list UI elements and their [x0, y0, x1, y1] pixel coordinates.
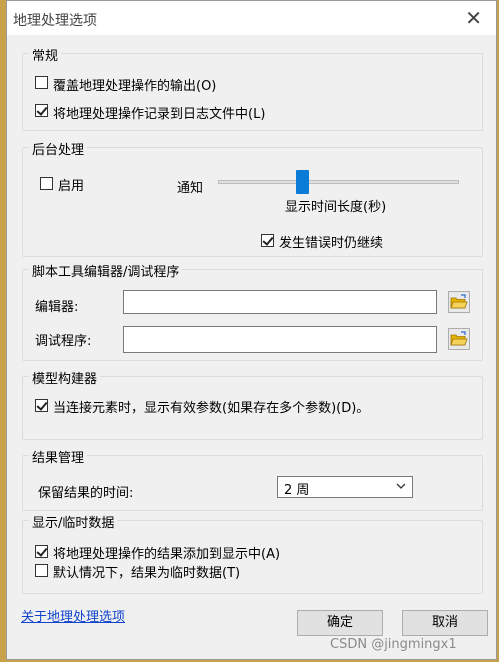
script-tools-group: 脚本工具编辑器/调试程序 编辑器: 调试程序:	[22, 261, 483, 361]
debugger-label: 调试程序:	[35, 334, 92, 349]
folder-open-icon	[450, 294, 468, 309]
keep-results-select[interactable]: 2 周	[277, 476, 413, 498]
geoprocessing-options-dialog: 地理处理选项 ✕ 常规 覆盖地理处理操作的输出(O) 将地理处理操作记录到日志文…	[6, 0, 497, 660]
show-valid-params-label[interactable]: 当连接元素时，显示有效参数(如果存在多个参数)(D)。	[53, 397, 369, 416]
background-legend: 后台处理	[29, 139, 88, 158]
debugger-path-input[interactable]	[123, 326, 437, 353]
log-to-file-label[interactable]: 将地理处理操作记录到日志文件中(L)	[53, 103, 265, 122]
background-group: 后台处理 启用 通知 显示时间长度(秒) 发生错误时仍继续	[22, 139, 483, 257]
modelbuilder-legend: 模型构建器	[29, 368, 101, 387]
display-temp-data-group: 显示/临时数据 将地理处理操作的结果添加到显示中(A) 默认情况下，结果为临时数…	[22, 512, 483, 594]
close-icon[interactable]: ✕	[465, 6, 482, 30]
continue-on-error-label[interactable]: 发生错误时仍继续	[279, 232, 383, 251]
ok-button[interactable]: 确定	[297, 610, 383, 636]
overwrite-output-label[interactable]: 覆盖地理处理操作的输出(O)	[53, 75, 216, 94]
about-geoprocessing-options-link[interactable]: 关于地理处理选项	[21, 606, 125, 625]
notify-duration-label: 显示时间长度(秒)	[285, 200, 387, 215]
enable-background-label[interactable]: 启用	[58, 175, 84, 194]
folder-open-icon	[450, 331, 468, 346]
notify-label: 通知	[177, 181, 204, 196]
results-management-legend: 结果管理	[29, 447, 88, 466]
general-group: 常规 覆盖地理处理操作的输出(O) 将地理处理操作记录到日志文件中(L)	[22, 45, 483, 131]
script-tools-legend: 脚本工具编辑器/调试程序	[29, 261, 183, 280]
debugger-browse-button[interactable]	[448, 328, 470, 350]
temp-by-default-checkbox[interactable]	[35, 564, 48, 577]
watermark-text: CSDN @jingmingx1	[330, 637, 457, 652]
continue-on-error-checkbox[interactable]	[261, 234, 274, 247]
notify-duration-slider-track[interactable]	[218, 180, 459, 184]
title-bar: 地理处理选项 ✕	[7, 1, 496, 35]
results-management-group: 结果管理 保留结果的时间: 2 周	[22, 447, 483, 511]
editor-browse-button[interactable]	[448, 291, 470, 313]
overwrite-output-checkbox[interactable]	[35, 76, 48, 89]
keep-results-label: 保留结果的时间:	[38, 486, 134, 501]
editor-path-input[interactable]	[123, 290, 437, 314]
display-temp-data-legend: 显示/临时数据	[29, 512, 118, 531]
notify-duration-slider-thumb[interactable]	[296, 170, 310, 194]
cancel-button[interactable]: 取消	[402, 610, 488, 636]
modelbuilder-group: 模型构建器 当连接元素时，显示有效参数(如果存在多个参数)(D)。	[22, 368, 483, 440]
chevron-down-icon	[396, 479, 406, 496]
add-results-to-display-checkbox[interactable]	[35, 545, 48, 558]
editor-label: 编辑器:	[35, 300, 79, 315]
keep-results-value: 2 周	[284, 483, 310, 498]
enable-background-checkbox[interactable]	[40, 177, 53, 190]
general-legend: 常规	[29, 45, 62, 64]
temp-by-default-label[interactable]: 默认情况下，结果为临时数据(T)	[53, 562, 240, 581]
add-results-to-display-label[interactable]: 将地理处理操作的结果添加到显示中(A)	[53, 543, 280, 562]
show-valid-params-checkbox[interactable]	[35, 399, 48, 412]
log-to-file-checkbox[interactable]	[35, 104, 48, 117]
window-title: 地理处理选项	[13, 13, 97, 29]
